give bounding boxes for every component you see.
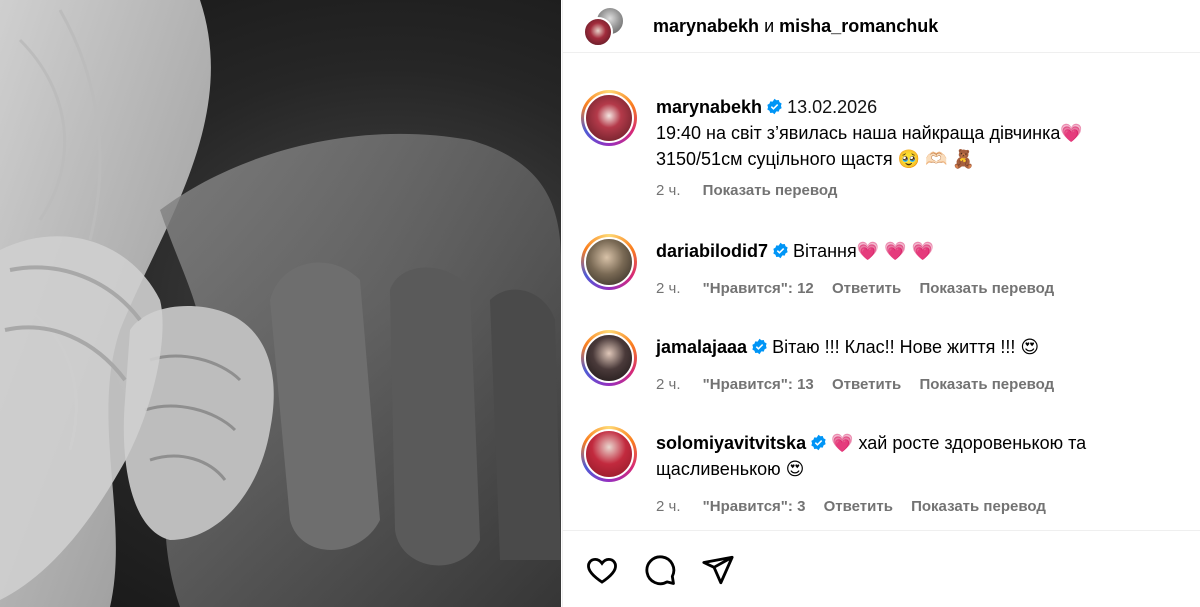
post-header: marynabekh и misha_romanchuk (563, 0, 1200, 53)
comment-reply-button[interactable]: Ответить (832, 376, 901, 393)
comment-username[interactable]: solomiyavitvitska (656, 433, 806, 453)
comment-avatar[interactable] (581, 330, 637, 386)
caption-translate-link[interactable]: Показать перевод (703, 182, 838, 199)
verified-badge-icon (811, 434, 826, 451)
comment-translate-link[interactable]: Показать перевод (919, 280, 1054, 297)
comment-item: dariabilodid7 Вітання💗 💗 💗 2 ч. "Нравится… (581, 234, 1181, 314)
comment-reply-button[interactable]: Ответить (832, 280, 901, 297)
comment-username[interactable]: jamalajaaa (656, 337, 747, 357)
verified-badge-icon (767, 98, 782, 115)
caption-time[interactable]: 2 ч. (656, 182, 681, 199)
comments-panel: marynabekh и misha_romanchuk marynabekh 1… (562, 0, 1200, 607)
comment-likes[interactable]: "Нравится": 12 (703, 280, 814, 297)
comment-meta: 2 ч. "Нравится": 12 Ответить Показать пе… (656, 280, 1068, 297)
paper-plane-icon (702, 555, 734, 585)
caption-date: 13.02.2026 (787, 97, 878, 117)
caption-text-line2: 3150/51см суцільного щастя 🥹 🫶🏻 🧸 (656, 149, 975, 169)
comment-body: dariabilodid7 Вітання💗 💗 💗 (656, 238, 1176, 264)
photo-illustration (0, 0, 561, 607)
comment-bubble-icon (645, 555, 676, 586)
comment-username[interactable]: dariabilodid7 (656, 241, 768, 261)
comment-avatar[interactable] (581, 426, 637, 482)
comment-text-line2: щасливенькою 😍 (656, 459, 805, 479)
comment-text: Вітаю !!! Клас!! Нове життя !!! 😍 (772, 337, 1040, 357)
comment-translate-link[interactable]: Показать перевод (911, 498, 1046, 515)
caption-entry: marynabekh 13.02.2026 19:40 на світ з’яви… (581, 90, 1181, 210)
caption-meta: 2 ч. Показать перевод (656, 182, 851, 199)
verified-badge-icon (773, 242, 788, 259)
comment-likes[interactable]: "Нравится": 3 (703, 498, 806, 515)
avatar-maryna[interactable] (583, 17, 613, 47)
comment-text: 💗 хай росте здоровенькою та (831, 433, 1087, 453)
comment-body: jamalajaaa Вітаю !!! Клас!! Нове життя !!… (656, 334, 1176, 360)
comment-avatar[interactable] (581, 234, 637, 290)
share-button[interactable] (701, 553, 735, 587)
comment-likes[interactable]: "Нравится": 13 (703, 376, 814, 393)
post-photo (0, 0, 561, 607)
comment-time[interactable]: 2 ч. (656, 376, 681, 393)
caption-body: marynabekh 13.02.2026 19:40 на світ з’яви… (656, 94, 1176, 172)
action-bar (563, 530, 1200, 607)
caption-text-line1: 19:40 на світ з’явилась наша найкраща ді… (656, 123, 1083, 143)
header-user2-link[interactable]: misha_romanchuk (779, 16, 938, 36)
comment-time[interactable]: 2 ч. (656, 280, 681, 297)
header-title: marynabekh и misha_romanchuk (653, 16, 938, 37)
comment-body: solomiyavitvitska 💗 хай росте здоровенько… (656, 430, 1176, 482)
verified-badge-icon (752, 338, 767, 355)
comment-meta: 2 ч. "Нравится": 13 Ответить Показать пе… (656, 376, 1068, 393)
like-button[interactable] (585, 553, 619, 587)
comment-text: Вітання💗 💗 💗 (793, 241, 934, 261)
header-user1-link[interactable]: marynabekh (653, 16, 759, 36)
caption-username[interactable]: marynabekh (656, 97, 762, 117)
comment-meta: 2 ч. "Нравится": 3 Ответить Показать пер… (656, 498, 1060, 515)
header-conjunction: и (764, 16, 775, 36)
collab-avatar[interactable] (583, 6, 627, 50)
comment-time[interactable]: 2 ч. (656, 498, 681, 515)
comment-reply-button[interactable]: Ответить (824, 498, 893, 515)
comment-button[interactable] (643, 553, 677, 587)
comment-translate-link[interactable]: Показать перевод (919, 376, 1054, 393)
comment-item: solomiyavitvitska 💗 хай росте здоровенько… (581, 426, 1181, 526)
comment-item: jamalajaaa Вітаю !!! Клас!! Нове життя !!… (581, 330, 1181, 410)
heart-outline-icon (587, 557, 617, 584)
caption-avatar[interactable] (581, 90, 637, 146)
